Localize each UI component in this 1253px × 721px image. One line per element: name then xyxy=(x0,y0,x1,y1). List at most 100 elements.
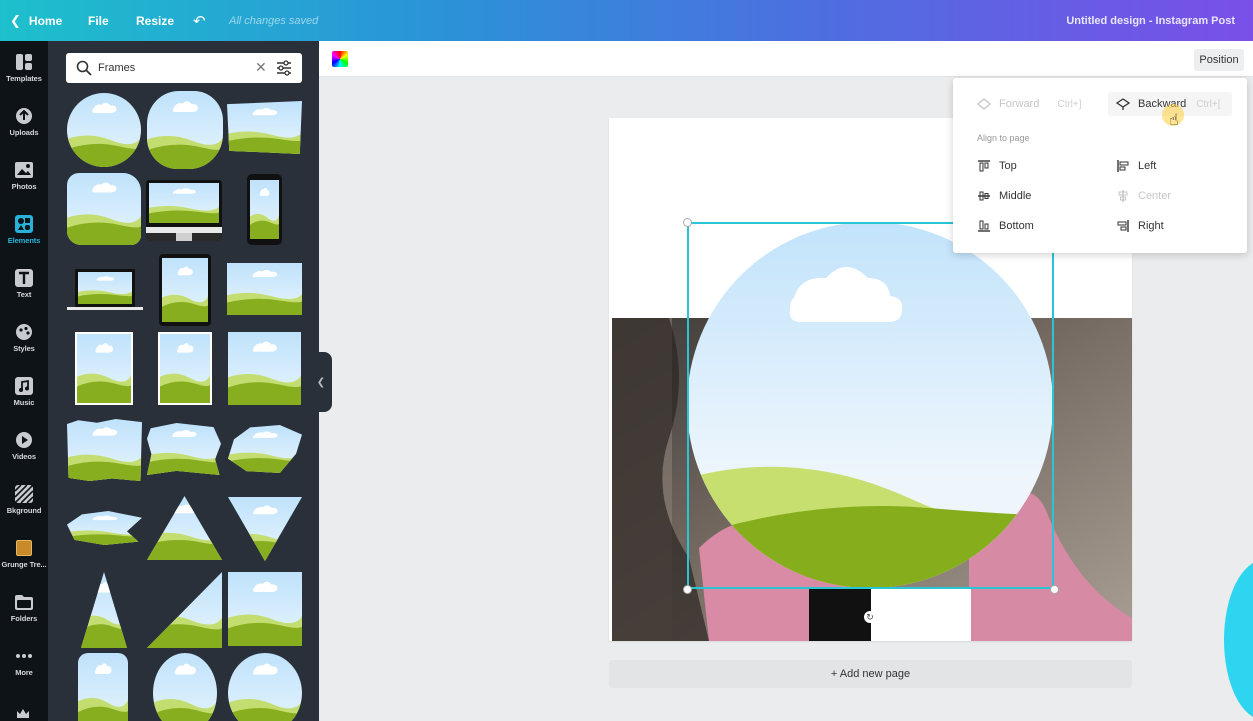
design-title[interactable]: Untitled design - Instagram Post xyxy=(1066,0,1235,41)
chevron-left-icon: ❮ xyxy=(10,12,21,28)
frame-torn-paper[interactable] xyxy=(227,101,302,154)
help-bubble[interactable] xyxy=(1224,560,1253,720)
resize-handle-top-left[interactable] xyxy=(683,218,692,227)
frame-tablet[interactable] xyxy=(159,254,211,326)
rail-label: Photos xyxy=(11,182,37,191)
rail-item-elements[interactable]: Elements xyxy=(0,203,48,257)
resize-button[interactable]: Resize xyxy=(136,0,174,41)
save-status: All changes saved xyxy=(229,14,319,27)
align-left-item[interactable]: Left xyxy=(1116,159,1156,173)
position-button[interactable]: Position xyxy=(1194,49,1244,71)
align-center-icon xyxy=(1116,189,1130,203)
rail-label: Music xyxy=(13,398,35,407)
hand-cursor-icon: ☝ xyxy=(1169,112,1179,129)
selection-box[interactable] xyxy=(687,222,1054,589)
frame-square-2[interactable] xyxy=(228,572,302,646)
rail-item-uploads[interactable]: Uploads xyxy=(0,95,48,149)
align-right-icon xyxy=(1116,219,1130,233)
rail-label: More xyxy=(15,668,33,677)
frame-phone[interactable] xyxy=(247,174,282,245)
chevron-left-icon: ❮ xyxy=(316,376,326,388)
collapse-panel-button[interactable]: ❮ xyxy=(310,352,332,412)
undo-icon[interactable]: ↶ xyxy=(193,0,206,41)
rail-item-more[interactable]: More xyxy=(0,635,48,689)
align-left-label: Left xyxy=(1138,160,1157,172)
frame-brush-stroke-4[interactable] xyxy=(67,511,142,545)
color-picker-button[interactable] xyxy=(332,51,348,67)
frame-brush-stroke-2[interactable] xyxy=(147,423,221,475)
elements-icon xyxy=(15,215,33,233)
forward-shortcut: Ctrl+] xyxy=(1057,98,1082,110)
frame-rounded-tall[interactable] xyxy=(78,653,128,721)
backward-shortcut: Ctrl+[ xyxy=(1196,98,1221,110)
align-group-label: Align to page xyxy=(977,133,1030,143)
align-middle-icon xyxy=(977,189,991,203)
crown-icon[interactable] xyxy=(16,707,30,721)
frame-triangle-tall[interactable] xyxy=(81,572,127,648)
align-middle-item[interactable]: Middle xyxy=(977,189,1031,203)
align-bottom-item[interactable]: Bottom xyxy=(977,219,1034,233)
rail-item-templates[interactable]: Templates xyxy=(0,41,48,95)
frame-brush-stroke-3[interactable] xyxy=(228,425,302,473)
text-icon xyxy=(15,269,33,287)
align-right-label: Right xyxy=(1138,220,1164,232)
rail-item-music[interactable]: Music xyxy=(0,365,48,419)
clear-search-icon[interactable]: ✕ xyxy=(255,59,267,76)
home-button[interactable]: ❮ Home xyxy=(10,0,62,41)
backward-icon xyxy=(1116,97,1130,111)
rail-label: Text xyxy=(16,290,32,299)
editor-toolbar xyxy=(319,41,1253,77)
align-top-item[interactable]: Top xyxy=(977,159,1017,173)
templates-icon xyxy=(15,53,33,71)
frame-laptop[interactable] xyxy=(67,269,143,313)
forward-menu-item[interactable]: Forward Ctrl+] xyxy=(977,97,1082,111)
rail-item-folders[interactable]: Folders xyxy=(0,581,48,635)
rotate-icon[interactable]: ↻ xyxy=(864,611,876,623)
frame-triangle-down[interactable] xyxy=(228,497,302,561)
search-input[interactable] xyxy=(98,59,248,77)
elements-panel: ✕ xyxy=(48,41,319,721)
align-right-item[interactable]: Right xyxy=(1116,219,1164,233)
resize-handle-bottom-right[interactable] xyxy=(1050,585,1059,594)
frame-triangle-up[interactable] xyxy=(147,496,222,560)
frame-desktop-monitor[interactable] xyxy=(146,180,222,241)
position-menu: Forward Ctrl+] Backward Ctrl+[ Align to … xyxy=(953,78,1247,253)
forward-icon xyxy=(977,97,991,111)
frame-oval[interactable] xyxy=(153,653,217,721)
home-label: Home xyxy=(28,13,63,28)
rail-label: Folders xyxy=(10,614,38,623)
rail-label: Uploads xyxy=(9,128,39,137)
frame-polaroid-tall[interactable] xyxy=(75,332,133,405)
folders-icon xyxy=(15,593,33,611)
align-bottom-icon xyxy=(977,219,991,233)
frame-brush-stroke-1[interactable] xyxy=(67,419,142,481)
rail-item-text[interactable]: Text xyxy=(0,257,48,311)
rail-item-background[interactable]: Bkground xyxy=(0,473,48,527)
styles-icon xyxy=(15,323,33,341)
frame-circle[interactable] xyxy=(67,93,141,167)
rail-item-photos[interactable]: Photos xyxy=(0,149,48,203)
resize-handle-bottom-left[interactable] xyxy=(683,585,692,594)
search-box: ✕ xyxy=(66,53,302,83)
file-menu-button[interactable]: File xyxy=(88,0,109,41)
add-page-button[interactable]: + Add new page xyxy=(609,660,1132,688)
align-middle-label: Middle xyxy=(999,190,1032,202)
align-center-item[interactable]: Center xyxy=(1116,189,1171,203)
rail-item-styles[interactable]: Styles xyxy=(0,311,48,365)
rail-item-grunge-folder[interactable]: Grunge Tre... xyxy=(0,527,48,581)
rail-label: Elements xyxy=(7,236,41,245)
frame-square[interactable] xyxy=(228,332,301,405)
align-top-icon xyxy=(977,159,991,173)
frame-circle-2[interactable] xyxy=(228,653,302,721)
frame-rectangle-wide[interactable] xyxy=(227,263,302,315)
frame-blob-rect[interactable] xyxy=(67,173,141,245)
align-left-icon xyxy=(1116,159,1130,173)
search-icon xyxy=(76,60,92,76)
filter-icon[interactable] xyxy=(276,60,292,76)
frame-scalloped[interactable] xyxy=(147,91,223,169)
frame-polaroid-small[interactable] xyxy=(158,332,212,405)
rail-label: Styles xyxy=(13,344,35,353)
frame-right-triangle[interactable] xyxy=(147,572,222,648)
rail-item-videos[interactable]: Videos xyxy=(0,419,48,473)
rail-label: Videos xyxy=(12,452,36,461)
